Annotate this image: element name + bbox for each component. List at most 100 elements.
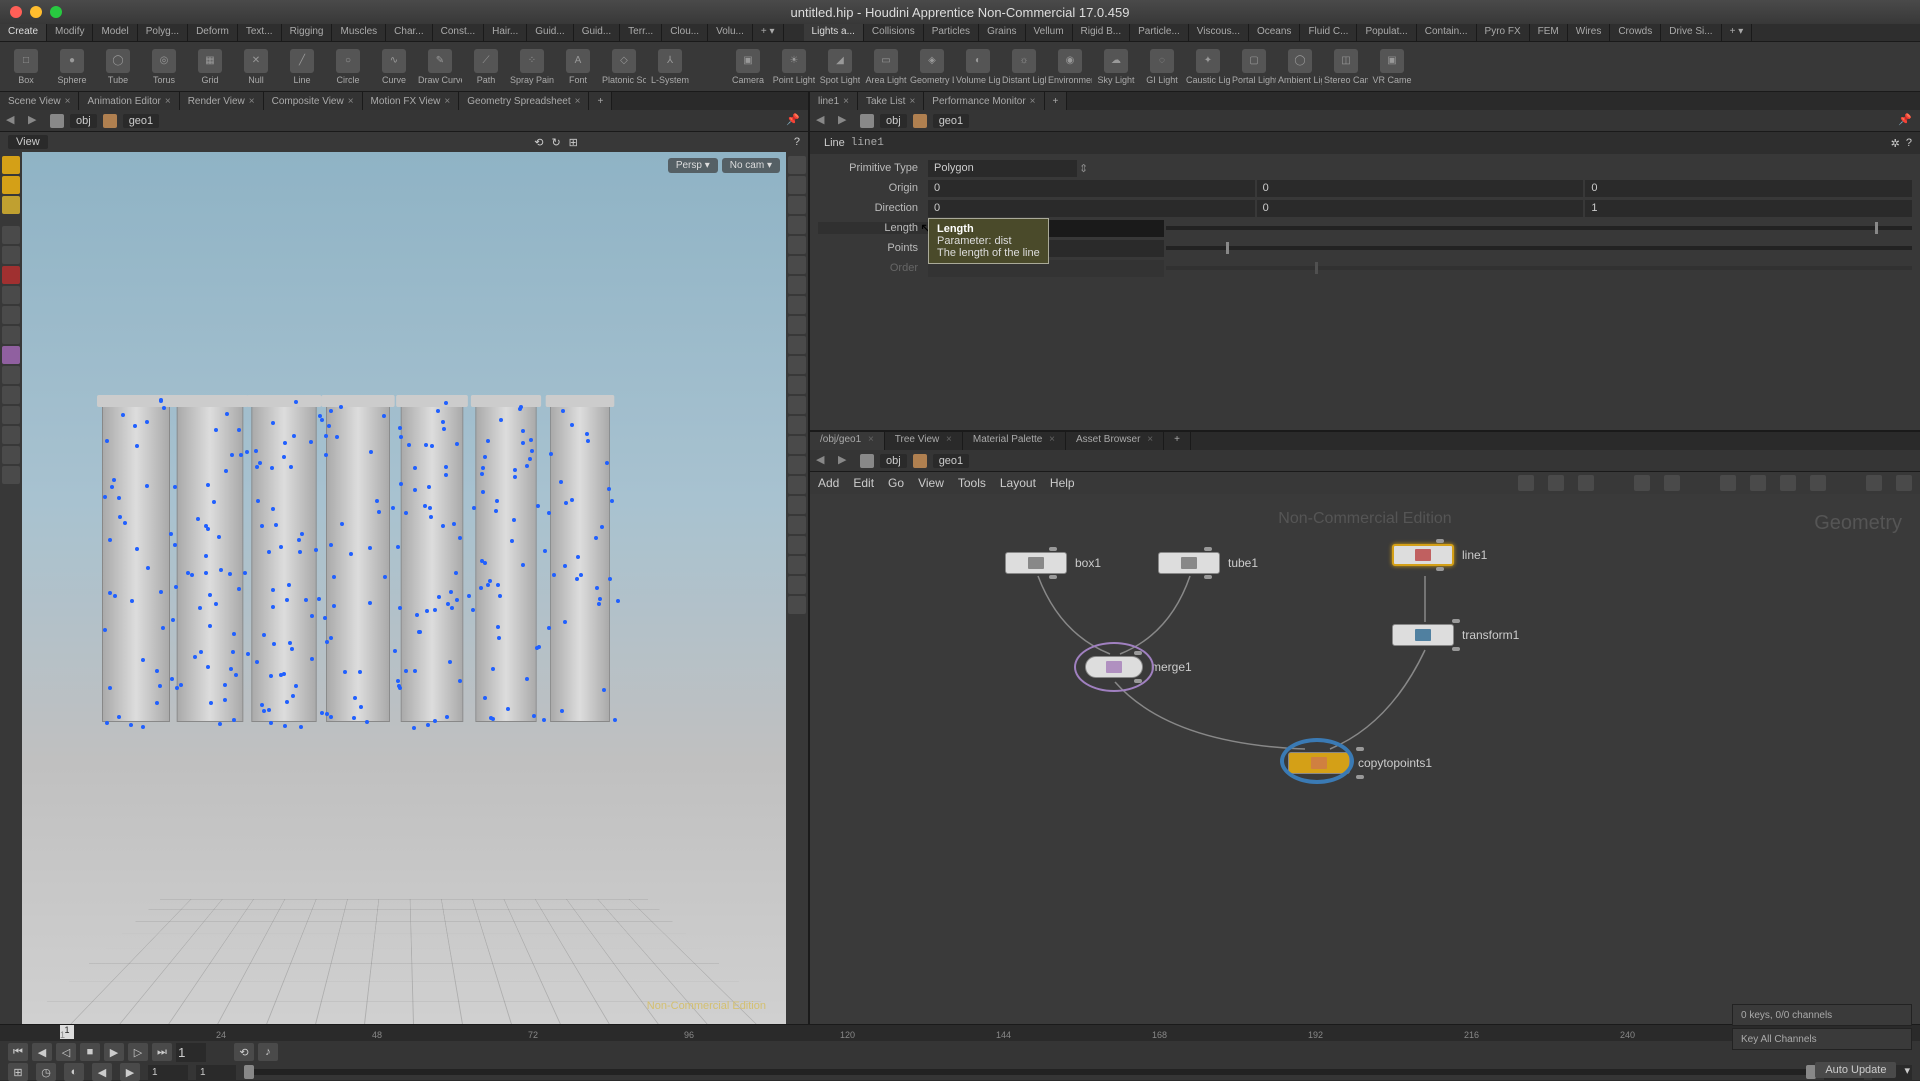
menu-add[interactable]: Add xyxy=(818,476,839,490)
menu-help[interactable]: Help xyxy=(1050,476,1075,490)
pane-tab[interactable]: Composite View × xyxy=(264,92,363,110)
vrtool[interactable] xyxy=(788,236,806,254)
shelf-tab[interactable]: Create xyxy=(0,24,47,41)
vtool[interactable] xyxy=(2,306,20,324)
shelf-tool-torus[interactable]: ◎Torus xyxy=(142,49,186,85)
menu-tools[interactable]: Tools xyxy=(958,476,986,490)
vrtool[interactable] xyxy=(788,536,806,554)
maximize-window[interactable] xyxy=(50,6,62,18)
add-pane-tab[interactable]: + xyxy=(1045,92,1068,110)
shelf-tool-area-light[interactable]: ▭Area Light xyxy=(864,49,908,85)
vrtool[interactable] xyxy=(788,456,806,474)
vtool[interactable] xyxy=(2,196,20,214)
vrtool[interactable] xyxy=(788,156,806,174)
stop-button[interactable]: ■ xyxy=(80,1043,100,1061)
net-btn[interactable] xyxy=(1720,475,1736,491)
vtool[interactable] xyxy=(2,326,20,344)
step-back-button[interactable]: ◀ xyxy=(32,1043,52,1061)
shelf-tab[interactable]: Wires xyxy=(1568,24,1611,41)
vtool[interactable] xyxy=(2,426,20,444)
nav-back-icon[interactable]: ◀ xyxy=(816,453,832,469)
shelf-tab[interactable]: Deform xyxy=(188,24,238,41)
play-button[interactable]: ▶ xyxy=(104,1043,124,1061)
vtool[interactable] xyxy=(2,466,20,484)
vp-tool-icon[interactable]: ⊞ xyxy=(569,136,578,149)
net-btn[interactable] xyxy=(1866,475,1882,491)
shelf-tab[interactable]: Drive Si... xyxy=(1661,24,1721,41)
vrtool[interactable] xyxy=(788,396,806,414)
shelf-tool-portal-light[interactable]: ▢Portal Light xyxy=(1232,49,1276,85)
node-tube1[interactable]: tube1 xyxy=(1158,552,1258,574)
range-tool[interactable]: ▶ xyxy=(120,1063,140,1081)
chevron-down-icon[interactable]: ▾ xyxy=(1904,1064,1910,1077)
vrtool[interactable] xyxy=(788,416,806,434)
vtool[interactable] xyxy=(2,246,20,264)
shelf-tab[interactable]: Const... xyxy=(433,24,484,41)
shelf-tool-geometry-light[interactable]: ◈Geometry Light xyxy=(910,49,954,85)
shelf-tab[interactable]: Polyg... xyxy=(138,24,188,41)
vrtool[interactable] xyxy=(788,496,806,514)
breadcrumb-obj[interactable]: obj xyxy=(70,114,97,128)
shelf-tab[interactable]: Muscles xyxy=(332,24,386,41)
pane-tab[interactable]: Animation Editor × xyxy=(79,92,179,110)
shelf-tab[interactable]: Lights a... xyxy=(804,24,864,41)
add-network-tab[interactable]: + xyxy=(1164,432,1191,450)
net-btn[interactable] xyxy=(1780,475,1796,491)
shelf-tab[interactable]: FEM xyxy=(1530,24,1568,41)
shelf-tab-add-right[interactable]: + ▾ xyxy=(1722,24,1753,41)
net-btn[interactable] xyxy=(1750,475,1766,491)
pane-tab[interactable]: line1 × xyxy=(810,92,858,110)
shelf-tool-path[interactable]: ⟋Path xyxy=(464,49,508,85)
shelf-tool-font[interactable]: AFont xyxy=(556,49,600,85)
pane-tab[interactable]: Scene View × xyxy=(0,92,79,110)
net-btn[interactable] xyxy=(1664,475,1680,491)
shelf-tab[interactable]: Collisions xyxy=(864,24,924,41)
shelf-tool-sky-light[interactable]: ☁Sky Light xyxy=(1094,49,1138,85)
goto-end-button[interactable]: ⏭ xyxy=(152,1043,172,1061)
timeline-ruler[interactable]: 1 124487296120144168192216240 xyxy=(0,1025,1920,1041)
shelf-tool-draw-curve[interactable]: ✎Draw Curve xyxy=(418,49,462,85)
network-view[interactable]: Non-Commercial Edition Geometry box1 tu xyxy=(810,494,1920,1024)
current-frame-input[interactable] xyxy=(176,1043,206,1062)
select-tool[interactable] xyxy=(2,156,20,174)
pin-icon[interactable]: 📌 xyxy=(786,113,802,129)
vtool[interactable] xyxy=(2,226,20,244)
param-help-icon[interactable]: ? xyxy=(1906,137,1912,149)
vrtool[interactable] xyxy=(788,336,806,354)
nav-fwd-icon[interactable]: ▶ xyxy=(838,113,854,129)
shelf-tab[interactable]: Particle... xyxy=(1130,24,1189,41)
vrtool[interactable] xyxy=(788,316,806,334)
nav-fwd-icon[interactable]: ▶ xyxy=(838,453,854,469)
node-copytopoints1[interactable]: copytopoints1 xyxy=(1288,752,1432,774)
net-btn[interactable] xyxy=(1548,475,1564,491)
menu-edit[interactable]: Edit xyxy=(853,476,874,490)
range-start-in-input[interactable] xyxy=(196,1065,236,1080)
vrtool[interactable] xyxy=(788,576,806,594)
shelf-tab[interactable]: Guid... xyxy=(574,24,620,41)
points-slider[interactable] xyxy=(1166,246,1912,250)
direction-z-input[interactable] xyxy=(1585,200,1912,217)
direction-x-input[interactable] xyxy=(928,200,1255,217)
vrtool[interactable] xyxy=(788,276,806,294)
menu-layout[interactable]: Layout xyxy=(1000,476,1036,490)
shelf-tab[interactable]: Fluid C... xyxy=(1300,24,1357,41)
shelf-tab[interactable]: Guid... xyxy=(527,24,573,41)
range-tool[interactable]: ◐ xyxy=(64,1063,84,1081)
shelf-tool-distant-light[interactable]: ☼Distant Light xyxy=(1002,49,1046,85)
node-transform1[interactable]: transform1 xyxy=(1392,624,1519,646)
breadcrumb-obj[interactable]: obj xyxy=(880,114,907,128)
vtool[interactable] xyxy=(2,386,20,404)
vrtool[interactable] xyxy=(788,256,806,274)
shelf-tab[interactable]: Modify xyxy=(47,24,93,41)
shelf-tool-gi-light[interactable]: ◌GI Light xyxy=(1140,49,1184,85)
breadcrumb-geo1[interactable]: geo1 xyxy=(933,114,969,128)
step-fwd-button[interactable]: ▷ xyxy=(128,1043,148,1061)
length-slider[interactable] xyxy=(1166,226,1912,230)
range-tool[interactable]: ◷ xyxy=(36,1063,56,1081)
menu-go[interactable]: Go xyxy=(888,476,904,490)
shelf-tool-sphere[interactable]: ●Sphere xyxy=(50,49,94,85)
pane-tab[interactable]: Performance Monitor × xyxy=(924,92,1044,110)
shelf-tab[interactable]: Particles xyxy=(924,24,979,41)
auto-update-button[interactable]: Auto Update xyxy=(1815,1062,1896,1078)
breadcrumb-geo1[interactable]: geo1 xyxy=(933,454,969,468)
